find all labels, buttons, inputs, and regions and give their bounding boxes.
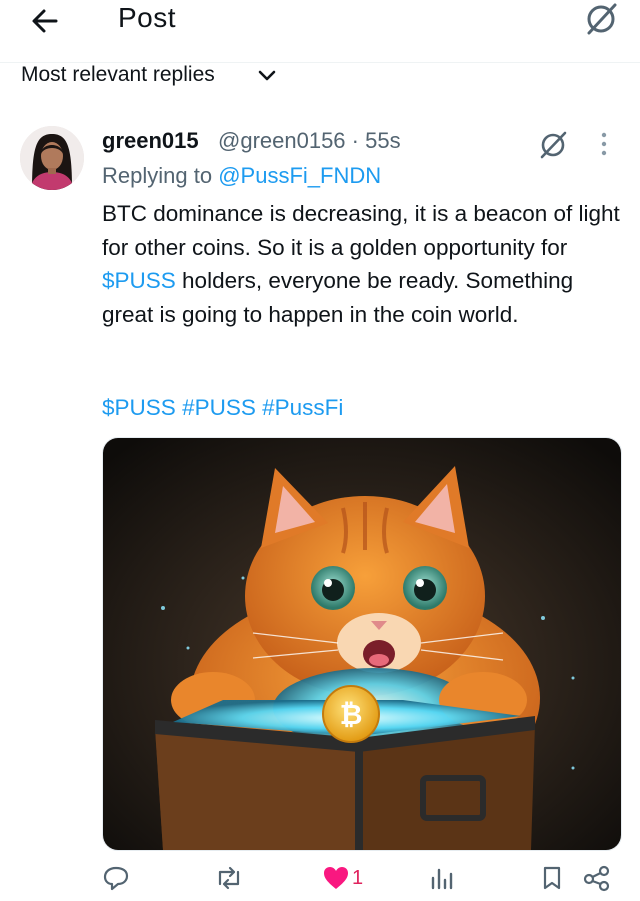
chevron-down-icon[interactable]: [257, 68, 277, 84]
bookmark-button[interactable]: [540, 860, 564, 896]
like-count: 1: [352, 866, 364, 889]
replies-sort-dropdown[interactable]: Most relevant replies: [21, 63, 215, 87]
replying-to: Replying to @PussFi_FNDN: [102, 163, 381, 189]
separator-dot: ·: [345, 128, 366, 153]
bitcoin-symbol: ₿: [340, 698, 363, 731]
timestamp[interactable]: 55s: [365, 128, 400, 153]
avatar[interactable]: [20, 126, 84, 190]
share-button[interactable]: [582, 860, 612, 896]
display-name[interactable]: green015: [102, 128, 199, 154]
repost-icon: [218, 866, 240, 890]
reply-button[interactable]: [102, 860, 130, 896]
like-button[interactable]: 1: [322, 860, 363, 896]
back-arrow-icon[interactable]: [26, 4, 70, 38]
hashtag-link[interactable]: #PussFi: [262, 395, 343, 420]
bookmark-icon: [543, 866, 561, 890]
share-icon: [583, 865, 610, 892]
hashtags: $PUSS #PUSS #PussFi: [102, 395, 343, 421]
reply-icon: [103, 866, 129, 891]
grok-icon[interactable]: [536, 128, 570, 162]
action-bar: 1: [0, 860, 640, 900]
post-image[interactable]: ₿: [102, 437, 622, 851]
post-text: BTC dominance is decreasing, it is a bea…: [102, 201, 620, 260]
hashtag-link[interactable]: $PUSS: [102, 395, 176, 420]
cashtag-link[interactable]: $PUSS: [102, 268, 176, 293]
heart-icon: [324, 867, 348, 889]
repost-button[interactable]: [214, 860, 244, 896]
grok-icon[interactable]: [582, 0, 620, 38]
top-bar: Post: [0, 0, 640, 63]
page-title: Post: [118, 2, 177, 33]
more-options-icon[interactable]: [596, 130, 612, 158]
analytics-icon: [431, 868, 453, 890]
views-button[interactable]: [428, 860, 454, 896]
post-body: BTC dominance is decreasing, it is a bea…: [102, 197, 622, 331]
user-handle[interactable]: @green0156: [218, 128, 346, 153]
hashtag-link[interactable]: #PUSS: [182, 395, 256, 420]
replying-to-link[interactable]: @PussFi_FNDN: [218, 163, 381, 188]
replying-prefix: Replying to: [102, 163, 213, 188]
handle-time[interactable]: @green0156 · 55s: [218, 128, 401, 154]
